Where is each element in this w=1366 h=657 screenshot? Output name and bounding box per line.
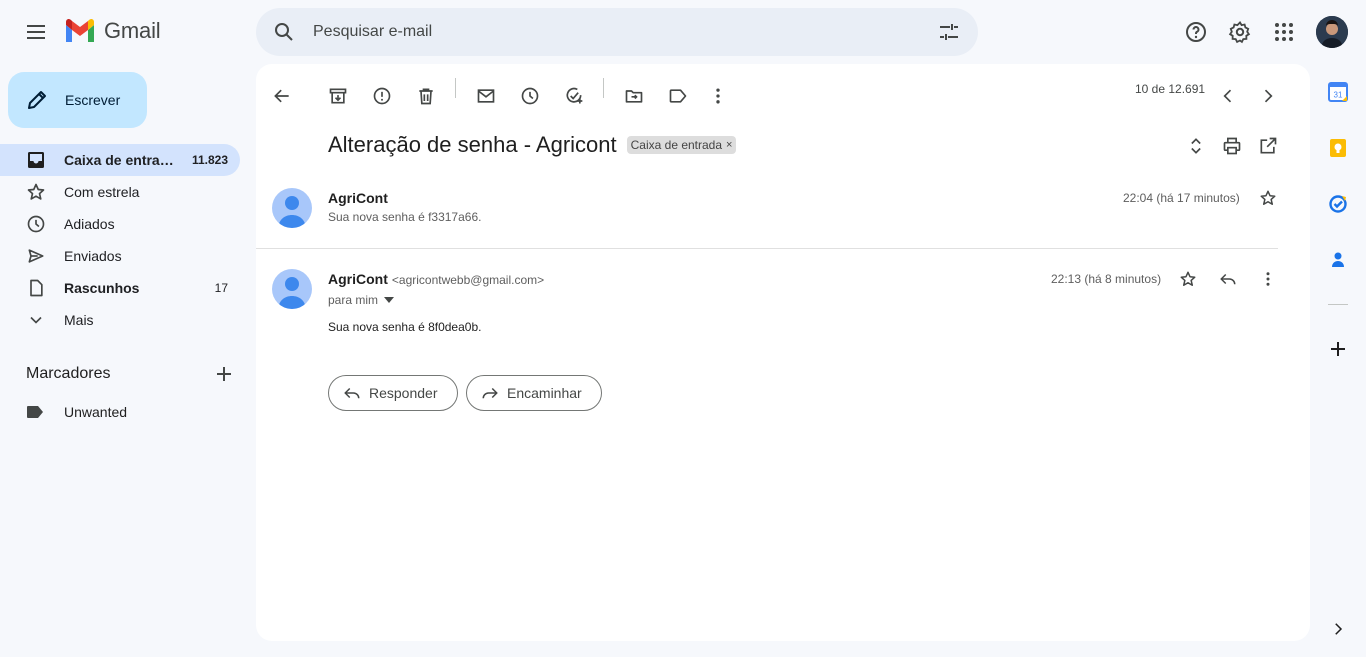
label-icon — [27, 406, 43, 418]
gmail-m-icon — [66, 18, 94, 42]
message-snippet[interactable]: Sua nova senha é f3317a66. — [328, 210, 481, 224]
snooze-clock-icon[interactable] — [510, 76, 550, 116]
message-sender[interactable]: AgriCont — [328, 271, 388, 287]
sidebar-item-label: Com estrela — [64, 184, 140, 200]
star-icon[interactable] — [1248, 178, 1288, 218]
labels-heading: Marcadores — [26, 365, 111, 382]
rail-divider — [1328, 304, 1348, 305]
logo-text: Gmail — [104, 18, 161, 43]
inbox-tag[interactable]: Caixa de entrada × — [626, 136, 737, 154]
sidebar-nav: Caixa de entrada 11.823 Com estrela Adia… — [0, 144, 240, 336]
message-time: 22:13 (há 8 minutos) — [1051, 272, 1162, 286]
sidebar-item-label: Mais — [64, 312, 94, 328]
forward-icon — [482, 387, 498, 399]
compose-label: Escrever — [65, 92, 121, 108]
sidebar-item-label: Adiados — [64, 216, 115, 232]
send-icon — [26, 246, 46, 266]
inbox-icon — [26, 150, 46, 170]
search-icon[interactable] — [272, 20, 296, 44]
archive-icon[interactable] — [318, 76, 358, 116]
contacts-icon[interactable] — [1326, 248, 1350, 272]
toolbar-divider — [455, 78, 456, 98]
sidebar-item-label: Caixa de entrada — [64, 152, 176, 168]
pencil-icon — [28, 91, 46, 109]
message-body: Sua nova senha é 8f0dea0b. — [328, 320, 482, 334]
clock-icon — [26, 214, 46, 234]
reply-label: Responder — [369, 385, 438, 401]
sender-avatar[interactable] — [272, 188, 312, 228]
sidebar-item-label: Enviados — [64, 248, 122, 264]
thread-subject-row: Alteração de senha - Agricont Caixa de e… — [328, 132, 737, 158]
get-addons-plus-icon[interactable] — [1326, 337, 1350, 361]
recipient-details[interactable]: para mim — [328, 293, 395, 307]
move-to-folder-icon[interactable] — [614, 76, 654, 116]
unread-count: 11.823 — [191, 153, 228, 167]
message-sender[interactable]: AgriCont — [328, 190, 388, 206]
message-sender-line: AgriCont <agricontwebb@gmail.com> — [328, 271, 544, 287]
sidebar-item-starred[interactable]: Com estrela — [0, 176, 240, 208]
search-options-icon[interactable] — [937, 20, 961, 44]
search-input[interactable] — [313, 23, 873, 41]
gmail-logo[interactable]: Gmail — [64, 18, 161, 44]
star-icon — [26, 182, 46, 202]
pagination-text: 10 de 12.691 — [1135, 82, 1206, 96]
draft-count: 17 — [214, 281, 228, 295]
chevron-down-icon — [26, 310, 46, 330]
sidebar-item-inbox[interactable]: Caixa de entrada 11.823 — [0, 144, 240, 176]
sidebar-item-sent[interactable]: Enviados — [0, 240, 240, 272]
account-avatar[interactable] — [1316, 16, 1348, 48]
sender-avatar[interactable] — [272, 269, 312, 309]
labels-section-header: Marcadores — [26, 362, 236, 386]
sender-email: <agricontwebb@gmail.com> — [391, 273, 545, 287]
keep-icon[interactable] — [1326, 136, 1350, 160]
add-label-icon[interactable] — [212, 362, 236, 386]
older-chevron-right-icon[interactable] — [1248, 76, 1288, 116]
message-more-icon[interactable] — [1248, 259, 1288, 299]
forward-label: Encaminhar — [507, 385, 582, 401]
search-bar[interactable] — [256, 8, 978, 56]
settings-gear-icon[interactable] — [1220, 12, 1260, 52]
thread-subject: Alteração de senha - Agricont — [328, 132, 617, 157]
compose-button[interactable]: Escrever — [8, 72, 147, 128]
help-icon[interactable] — [1176, 12, 1216, 52]
google-apps-icon[interactable] — [1264, 12, 1304, 52]
newer-chevron-left-icon[interactable] — [1208, 76, 1248, 116]
message-view: 10 de 12.691 Alteração de senha - Agrico… — [256, 64, 1310, 641]
star-icon[interactable] — [1168, 259, 1208, 299]
mark-unread-icon[interactable] — [466, 76, 506, 116]
reply-icon[interactable] — [1208, 259, 1248, 299]
reply-icon — [344, 387, 360, 399]
more-vertical-icon[interactable] — [698, 76, 738, 116]
forward-button[interactable]: Encaminhar — [466, 375, 602, 411]
sidebar-item-more[interactable]: Mais — [0, 304, 240, 336]
top-bar: Gmail — [0, 0, 1366, 64]
draft-icon — [26, 278, 46, 298]
open-new-window-icon[interactable] — [1248, 126, 1288, 166]
svg-text:31: 31 — [1334, 91, 1343, 100]
delete-icon[interactable] — [406, 76, 446, 116]
expand-all-icon[interactable] — [1176, 126, 1216, 166]
back-arrow-icon[interactable] — [262, 76, 302, 116]
calendar-icon[interactable]: 31 — [1326, 80, 1350, 104]
remove-tag-icon[interactable]: × — [726, 139, 732, 151]
label-as-icon[interactable] — [658, 76, 698, 116]
add-task-icon[interactable] — [554, 76, 594, 116]
tasks-icon[interactable] — [1326, 192, 1350, 216]
label-name: Unwanted — [64, 404, 128, 420]
print-icon[interactable] — [1212, 126, 1252, 166]
message-divider — [256, 248, 1278, 249]
show-side-panel-chevron-icon[interactable] — [1326, 617, 1350, 641]
tag-label: Caixa de entrada — [630, 138, 723, 152]
caret-down-icon[interactable] — [384, 297, 395, 303]
sidebar-item-label: Rascunhos — [64, 280, 140, 296]
sidebar-item-drafts[interactable]: Rascunhos 17 — [0, 272, 240, 304]
message-time: 22:04 (há 17 minutos) — [1123, 191, 1240, 205]
main-menu-icon[interactable] — [14, 10, 58, 54]
toolbar-divider — [603, 78, 604, 98]
sidebar-item-snoozed[interactable]: Adiados — [0, 208, 240, 240]
reply-button[interactable]: Responder — [328, 375, 458, 411]
recipient-text: para mim — [328, 293, 379, 307]
label-item-unwanted[interactable]: Unwanted — [26, 400, 127, 424]
report-spam-icon[interactable] — [362, 76, 402, 116]
